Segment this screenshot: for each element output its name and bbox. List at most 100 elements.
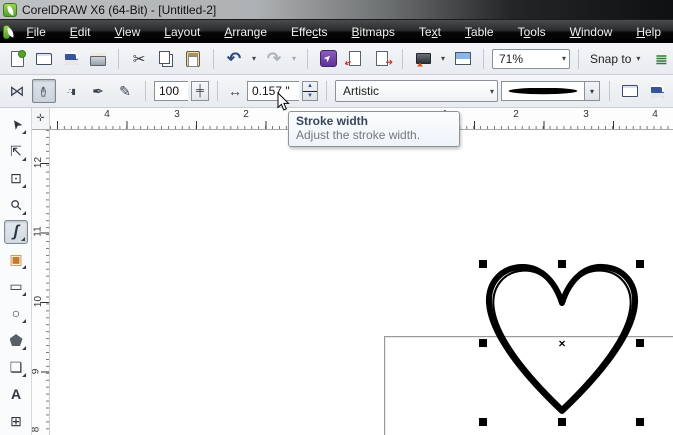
browse-button[interactable] [618, 79, 642, 103]
connect-button[interactable] [316, 47, 340, 71]
menu-window[interactable]: Window [558, 22, 625, 42]
undo-dropdown-icon[interactable]: ▾ [249, 54, 259, 63]
calligraphic-icon [89, 82, 107, 100]
ruler-label: 4 [652, 109, 658, 120]
flyout-indicator-icon [22, 157, 26, 161]
launcher-dropdown-icon[interactable]: ▾ [438, 54, 448, 63]
selection-handle[interactable] [636, 260, 644, 268]
standard-toolbar: ▾ ▾ ▾ 71% ▾ Snap to ▾ [0, 43, 673, 75]
smoothing-slider-icon[interactable]: ╪ [191, 81, 209, 101]
flyout-indicator-icon [22, 373, 26, 377]
toolbox-shape-tool[interactable]: ⇱ [4, 139, 28, 163]
open-icon [35, 50, 53, 68]
ruler-label: 3 [174, 109, 180, 120]
title-bar: CorelDRAW X6 (64-Bit) - [Untitled-2] [0, 0, 673, 20]
app-icon [3, 2, 17, 17]
selection-handle[interactable] [636, 339, 644, 347]
separator [483, 48, 484, 69]
shape-icon: ⇱ [10, 143, 22, 159]
vertical-ruler[interactable]: 12 11 10 9 8 [30, 130, 50, 435]
snap-to-label: Snap to [590, 51, 632, 66]
selection-center-marker[interactable]: × [558, 336, 565, 350]
stroke-width-input[interactable]: 0.157 " [247, 81, 299, 101]
preset-mode-button[interactable] [5, 79, 29, 103]
selection-handle[interactable] [636, 418, 644, 426]
welcome-button[interactable] [451, 47, 475, 71]
menu-bar: File Edit View Layout Arrange Effects Bitmaps T… [0, 20, 673, 43]
menu-text[interactable]: Text [407, 22, 453, 42]
import-button[interactable] [343, 47, 367, 71]
stroke-width-spinner[interactable]: ▲ ▼ [302, 81, 318, 101]
separator [609, 81, 610, 101]
ruler-label: 2 [513, 109, 519, 120]
redo-dropdown-icon[interactable]: ▾ [289, 54, 299, 63]
save-stroke-button[interactable] [645, 79, 669, 103]
toolbox-basic-shapes-tool[interactable]: ❏ [4, 355, 28, 379]
stroke-preview [501, 81, 584, 101]
brush-mode-button[interactable] [32, 79, 56, 103]
calligraphic-mode-button[interactable] [86, 79, 110, 103]
selection-handle[interactable] [479, 339, 487, 347]
zoom-level-select[interactable]: 71% ▾ [492, 48, 570, 69]
selection-handle[interactable] [558, 260, 566, 268]
ruler-origin[interactable]: ✛ [32, 108, 50, 130]
menu-file[interactable]: File [14, 22, 57, 42]
toolbox-polygon-tool[interactable] [4, 328, 28, 352]
sprayer-mode-button[interactable] [59, 79, 83, 103]
paste-button[interactable] [181, 47, 205, 71]
document-page[interactable] [384, 336, 673, 435]
mouse-cursor-icon [277, 92, 290, 111]
menu-edit[interactable]: Edit [58, 22, 103, 42]
redo-button[interactable] [262, 47, 286, 71]
menu-effects[interactable]: Effects [279, 22, 339, 42]
menu-help[interactable]: Help [624, 22, 673, 42]
toolbox-pick-tool[interactable]: ➤ [4, 112, 28, 136]
menu-tools[interactable]: Tools [506, 22, 558, 42]
ruler-label: 3 [583, 109, 589, 120]
toolbox-artistic-media-tool[interactable]: ʃ [4, 220, 28, 244]
chevron-down-icon[interactable]: ▾ [584, 81, 600, 101]
launcher-button[interactable] [411, 47, 435, 71]
artistic-media-icon: ʃ [13, 223, 19, 240]
undo-button[interactable] [222, 47, 246, 71]
toolbox-table-tool[interactable]: ⊞ [4, 409, 28, 433]
menu-table[interactable]: Table [453, 22, 506, 42]
drawing-canvas[interactable] [50, 238, 673, 435]
selection-handle[interactable] [558, 418, 566, 426]
separator [145, 81, 146, 101]
snap-to-dropdown[interactable]: Snap to ▾ [587, 52, 646, 66]
menu-view[interactable]: View [102, 22, 152, 42]
open-button[interactable] [32, 47, 56, 71]
selection-handle[interactable] [479, 418, 487, 426]
menu-arrange[interactable]: Arrange [212, 22, 279, 42]
stroke-category-select[interactable]: Artistic ▾ [335, 80, 498, 102]
toolbox-rectangle-tool[interactable]: ▭ [4, 274, 28, 298]
export-button[interactable] [370, 47, 394, 71]
rectangle-icon: ▭ [9, 278, 23, 294]
new-document-icon [8, 49, 26, 68]
separator [118, 48, 119, 69]
chevron-down-icon: ▾ [489, 86, 494, 96]
flyout-indicator-icon [22, 292, 26, 296]
save-button[interactable] [59, 47, 83, 71]
print-button[interactable] [86, 47, 110, 71]
browse-folder-icon [621, 82, 639, 100]
zoom-level-value: 71% [499, 51, 524, 66]
toolbox-zoom-tool[interactable]: ⚲ [4, 193, 28, 217]
toolbox-crop-tool[interactable]: ⊡ [4, 166, 28, 190]
toolbox-text-tool[interactable]: A [4, 382, 28, 406]
pressure-mode-button[interactable] [113, 79, 137, 103]
selection-handle[interactable] [479, 260, 487, 268]
cut-button[interactable] [127, 47, 151, 71]
options-button[interactable] [649, 47, 673, 71]
copy-button[interactable] [154, 47, 178, 71]
stroke-preview-select[interactable]: ▾ [501, 80, 601, 102]
toolbox-smart-fill-tool[interactable]: ▣ [4, 247, 28, 271]
brush-stroke-preview-icon [508, 87, 578, 95]
freehand-smoothing-input[interactable]: 100 [154, 81, 188, 101]
new-document-button[interactable] [5, 47, 29, 71]
menu-layout[interactable]: Layout [152, 22, 212, 42]
toolbox-ellipse-tool[interactable]: ○ [4, 301, 28, 325]
menu-bitmaps[interactable]: Bitmaps [340, 22, 407, 42]
text-icon: A [10, 386, 22, 402]
